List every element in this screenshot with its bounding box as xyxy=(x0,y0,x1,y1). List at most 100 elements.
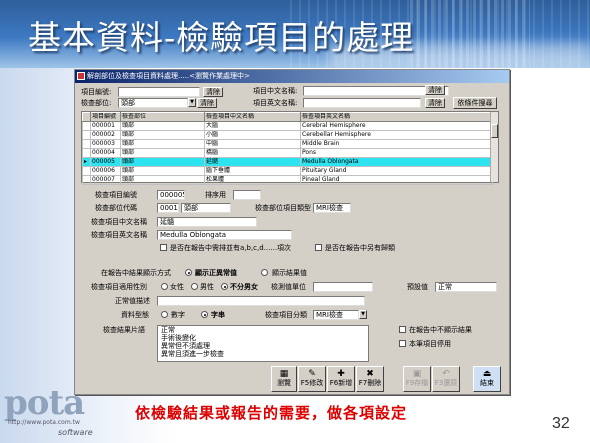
column-header[interactable]: 檢查部位 xyxy=(120,112,205,122)
detail-order-label: 排序用 xyxy=(205,191,226,199)
table-cell: 腦下垂體 xyxy=(204,166,301,176)
gender-female-radio[interactable] xyxy=(161,283,168,290)
table-row[interactable]: 000001 頭部 大腦 Cerebral Hemisphere xyxy=(82,121,493,131)
table-cell: 頭部 xyxy=(120,130,205,140)
normal-input[interactable] xyxy=(157,296,365,306)
unit-label: 檢測值單位 xyxy=(271,283,306,291)
row-indicator xyxy=(82,166,91,176)
table-cell: 頭部 xyxy=(120,166,205,176)
grid-scrollbar[interactable] xyxy=(490,112,498,182)
table-cell: 大腦 xyxy=(204,121,301,131)
row-indicator xyxy=(82,148,91,158)
table-cell: 000002 xyxy=(90,130,121,140)
f5-edit-button[interactable]: ✎ F5修改 xyxy=(298,366,326,392)
app-window: 解剖部位及檢查項目資料處理.....<瀏覽作業處理中> 項目編號: 清除 項目中… xyxy=(74,69,510,395)
slide-header: 基本資料-檢驗項目的處理 xyxy=(0,0,590,68)
clear-part-button[interactable]: 清除 xyxy=(197,98,217,108)
search-button[interactable]: 依條件搜尋 xyxy=(453,97,497,109)
default-input[interactable]: 正常 xyxy=(435,282,497,292)
f9-save-button[interactable]: ▣ F9存檔 xyxy=(403,366,431,392)
report-extra-checkbox[interactable] xyxy=(315,244,322,251)
f7-delete-button[interactable]: ✖ F7刪除 xyxy=(356,366,384,392)
exit-button[interactable]: ⏏ 結束 xyxy=(473,366,501,392)
company-logo: pota xyxy=(4,383,85,423)
clear-code-button[interactable]: 清除 xyxy=(203,87,223,97)
search-part-select[interactable]: 頭部 xyxy=(118,98,188,108)
format-string-label: 字串 xyxy=(211,311,225,319)
f6-add-button[interactable]: ✚ F6新增 xyxy=(327,366,355,392)
default-label: 預設值 xyxy=(407,283,428,291)
row-indicator xyxy=(82,175,91,185)
table-cell: 頭部 xyxy=(120,157,205,167)
column-header[interactable]: 檢查項目英文名稱 xyxy=(300,112,493,122)
display-result-radio[interactable] xyxy=(261,269,268,276)
gender-male-radio[interactable] xyxy=(191,283,198,290)
chevron-down-icon[interactable]: ▼ xyxy=(188,98,196,107)
column-header[interactable]: 項目編號 xyxy=(90,112,121,122)
table-cell: Pons xyxy=(300,148,493,158)
detail-ename-input[interactable]: Medulla Oblongata xyxy=(157,230,292,240)
table-row[interactable]: 000007 頭部 松果體 Pineal Gland xyxy=(82,175,493,185)
f7-label: F7刪除 xyxy=(358,379,382,387)
page-number: 32 xyxy=(552,415,570,432)
delete-icon: ✖ xyxy=(366,369,374,379)
chevron-down-icon[interactable]: ▼ xyxy=(359,310,367,319)
table-row[interactable]: 000006 頭部 腦下垂體 Pituitary Gland xyxy=(82,166,493,176)
search-ename-input[interactable] xyxy=(303,98,421,108)
table-header-row: 項目編號 檢查部位 檢查項目中文名稱 檢查項目英文名稱 xyxy=(82,112,493,122)
table-cell: 小腦 xyxy=(204,130,301,140)
format-number-label: 數字 xyxy=(171,311,185,319)
gender-any-radio[interactable] xyxy=(221,283,228,290)
category-select[interactable]: MRI檢查 xyxy=(313,310,359,320)
table-row[interactable]: 000004 頭部 橋腦 Pons xyxy=(82,148,493,158)
detail-cname-input[interactable]: 延髓 xyxy=(157,217,257,227)
detail-part-type-value[interactable]: MRI檢查 xyxy=(313,203,351,213)
table-cell: 000006 xyxy=(90,166,121,176)
table-cell: 頭部 xyxy=(120,121,205,131)
f3-undo-button[interactable]: ↶ F3還原 xyxy=(432,366,460,392)
detail-part-code-value[interactable]: 0001 xyxy=(157,203,179,213)
phrases-textarea[interactable]: 正常 手術後變化 異常但不須處理 異常且須進一步檢查 xyxy=(157,325,369,362)
table-cell: Cerebellar Hemisphere xyxy=(300,130,493,140)
exit-icon: ⏏ xyxy=(482,369,492,379)
clear-cname-button[interactable]: 清除 xyxy=(425,85,445,95)
phrase-line: 正常 xyxy=(161,326,175,334)
table-cell: 000005 xyxy=(90,157,121,167)
item-grid[interactable]: 項目編號 檢查部位 檢查項目中文名稱 檢查項目英文名稱 000001 頭部 大腦 Ce… xyxy=(81,111,499,185)
table-row[interactable]: 000002 頭部 小腦 Cerebellar Hemisphere xyxy=(82,130,493,140)
table-cell: Pineal Gland xyxy=(300,175,493,185)
browse-label: 瀏覽 xyxy=(277,379,291,387)
table-cell: Pituitary Gland xyxy=(300,166,493,176)
browse-icon: ▦ xyxy=(279,369,289,379)
report-abcd-checkbox[interactable] xyxy=(160,244,167,251)
table-cell: 中腦 xyxy=(204,139,301,149)
search-part-label: 檢查部位: xyxy=(81,99,112,107)
search-code-input[interactable] xyxy=(118,87,200,97)
detail-order-input[interactable] xyxy=(233,190,261,200)
row-indicator-header xyxy=(82,112,91,122)
disable-item-checkbox[interactable] xyxy=(399,340,406,347)
table-cell: Middle Brain xyxy=(300,139,493,149)
format-number-radio[interactable] xyxy=(161,311,168,318)
phrases-label: 檢查結果片語 xyxy=(103,326,145,334)
undo-icon: ↶ xyxy=(442,369,450,379)
scrollbar-thumb[interactable] xyxy=(491,124,498,138)
item-table: 項目編號 檢查部位 檢查項目中文名稱 檢查項目英文名稱 000001 頭部 大腦 Ce… xyxy=(82,112,493,185)
browse-button[interactable]: ▦ 瀏覽 xyxy=(271,366,297,392)
display-normal-radio[interactable] xyxy=(185,269,192,276)
search-ename-label: 項目英文名稱: xyxy=(253,99,298,107)
row-indicator: ▸ xyxy=(82,157,91,167)
clear-ename-button[interactable]: 清除 xyxy=(425,98,445,108)
hide-result-checkbox[interactable] xyxy=(399,326,406,333)
column-header[interactable]: 檢查項目中文名稱 xyxy=(204,112,301,122)
table-row[interactable]: 000003 頭部 中腦 Middle Brain xyxy=(82,139,493,149)
save-icon: ▣ xyxy=(412,369,422,379)
phrase-line: 手術後變化 xyxy=(161,334,196,342)
gender-label: 檢查項目適用性別 xyxy=(91,283,147,291)
unit-input[interactable] xyxy=(313,282,373,292)
gender-female-label: 女性 xyxy=(170,283,184,291)
report-extra-label: 是否在報告中另有歸類 xyxy=(325,244,395,252)
table-row[interactable]: ▸ 000005 頭部 延髓 Medulla Oblongata xyxy=(82,157,493,167)
format-string-radio[interactable] xyxy=(201,311,208,318)
detail-code-value[interactable]: 000005 xyxy=(157,190,185,200)
